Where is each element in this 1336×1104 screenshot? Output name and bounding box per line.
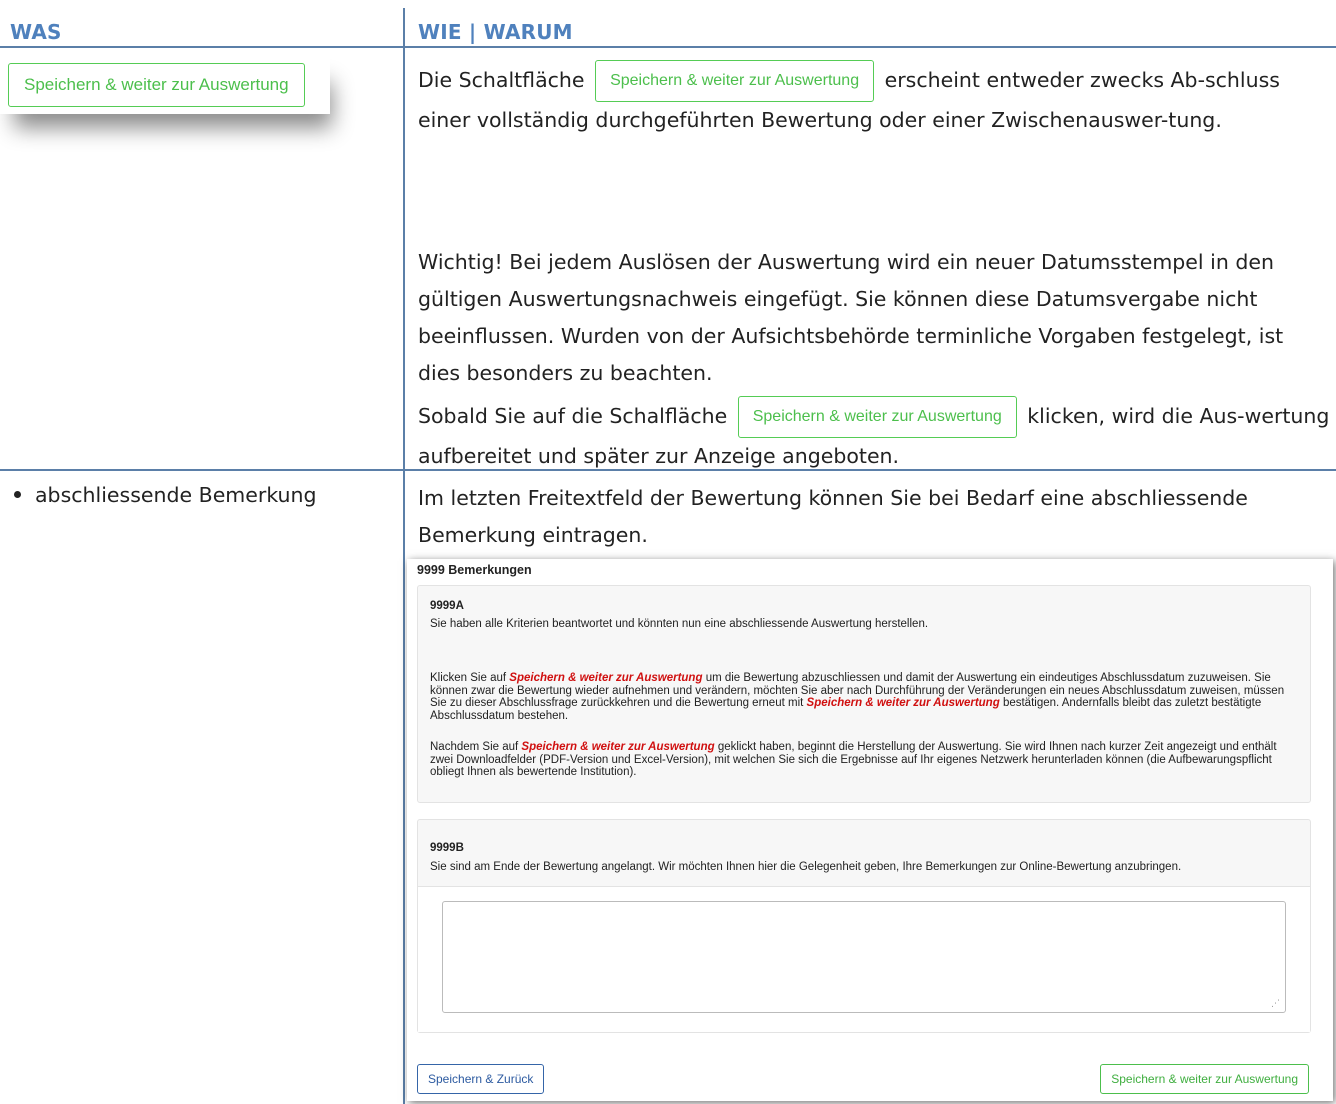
header-was: WAS xyxy=(10,20,62,44)
bemerkungen-screenshot: 9999 Bemerkungen 9999A Sie haben alle Kr… xyxy=(407,559,1333,1101)
row1-paragraph-1: Die Schaltfläche Speichern & weiter zur … xyxy=(418,60,1330,139)
row1-paragraph-3: Sobald Sie auf die Schalfläche Speichern… xyxy=(418,396,1330,475)
p2-highlight-1: Speichern & weiter zur Auswertung xyxy=(509,672,703,684)
p2-highlight-2: Speichern & weiter zur Auswertung xyxy=(806,697,1000,709)
button-screenshot: Speichern & weiter zur Auswertung xyxy=(0,56,330,114)
p1-text-before: Die Schaltfläche xyxy=(418,68,585,92)
speichern-weiter-button[interactable]: Speichern & weiter zur Auswertung xyxy=(1100,1064,1309,1094)
question-paragraph-3: Nachdem Sie auf Speichern & weiter zur A… xyxy=(430,741,1302,779)
document-page: WAS WIE | WARUM Speichern & weiter zur A… xyxy=(0,0,1336,1104)
p2-part-a: Klicken Sie auf xyxy=(430,672,507,684)
question-id: 9999A xyxy=(430,600,464,612)
question-id: 9999B xyxy=(430,842,464,854)
question-text: Sie haben alle Kriterien beantwortet und… xyxy=(430,618,929,630)
question-panel-9999b: 9999B Sie sind am Ende der Bewertung ang… xyxy=(417,819,1311,1033)
bullet-dot-icon xyxy=(14,490,21,498)
bullet-label: abschliessende Bemerkung xyxy=(35,483,317,507)
row2-description: Im letzten Freitextfeld der Bewertung kö… xyxy=(418,486,1248,547)
inline-speichern-button-2: Speichern & weiter zur Auswertung xyxy=(737,396,1017,438)
section-title: 9999 Bemerkungen xyxy=(417,563,532,577)
p3-highlight: Speichern & weiter zur Auswertung xyxy=(521,741,715,753)
resize-handle-icon[interactable]: ⋰ xyxy=(1271,999,1280,1008)
row1-paragraph-2: Wichtig! Bei jedem Auslösen der Auswertu… xyxy=(418,250,1284,385)
question-text: Sie sind am Ende der Bewertung angelangt… xyxy=(430,861,1182,873)
row1-description: Die Schaltfläche Speichern & weiter zur … xyxy=(418,60,1330,139)
column-divider xyxy=(403,8,405,1104)
p3-part-a: Nachdem Sie auf xyxy=(430,741,519,753)
bullet-abschliessende-bemerkung: abschliessende Bemerkung xyxy=(14,483,317,507)
question-paragraph-2: Klicken Sie auf Speichern & weiter zur A… xyxy=(430,672,1302,722)
speichern-zurueck-button[interactable]: Speichern & Zurück xyxy=(417,1064,545,1094)
inline-speichern-button-1: Speichern & weiter zur Auswertung xyxy=(595,60,875,102)
question-panel-9999a: 9999A Sie haben alle Kriterien beantwort… xyxy=(417,585,1311,803)
speichern-weiter-image-button: Speichern & weiter zur Auswertung xyxy=(8,63,305,107)
answer-area: ⋰ xyxy=(418,887,1310,1032)
header-wie-warum: WIE | WARUM xyxy=(418,20,573,44)
bemerkungen-textarea[interactable] xyxy=(442,901,1286,1013)
p3-text-before: Sobald Sie auf die Schalfläche xyxy=(418,404,728,428)
header-rule xyxy=(0,46,1336,48)
